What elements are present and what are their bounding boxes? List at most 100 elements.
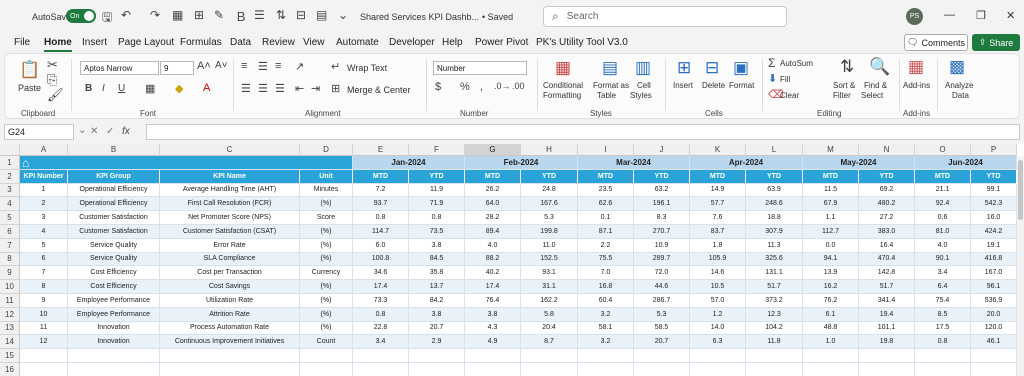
- data-cell[interactable]: 4.0: [465, 238, 521, 253]
- data-cell[interactable]: Customer Satisfaction: [68, 211, 160, 225]
- data-cell[interactable]: 92.4: [915, 197, 971, 212]
- data-cell[interactable]: 17.5: [915, 321, 971, 336]
- data-cell[interactable]: 1.1: [803, 211, 859, 225]
- borders-icon[interactable]: ▦: [145, 82, 155, 95]
- data-cell[interactable]: 0.8: [353, 307, 409, 322]
- data-cell[interactable]: 6.4: [915, 280, 971, 294]
- empty-cell[interactable]: [971, 363, 1017, 376]
- outdent-icon[interactable]: ⇥: [311, 82, 320, 95]
- data-cell[interactable]: 3.4: [915, 266, 971, 281]
- data-cell[interactable]: 19.1: [971, 238, 1017, 253]
- data-cell[interactable]: First Call Resolution (FCR): [160, 197, 300, 212]
- data-cell[interactable]: 17.4: [353, 280, 409, 294]
- data-cell[interactable]: 114.7: [353, 225, 409, 239]
- data-cell[interactable]: 16.4: [859, 238, 915, 253]
- align-middle-icon[interactable]: ☰: [258, 60, 268, 73]
- formula-input[interactable]: [146, 124, 1020, 140]
- data-cell[interactable]: 24.8: [521, 183, 578, 198]
- data-cell[interactable]: Customer Satisfaction (CSAT): [160, 225, 300, 239]
- data-cell[interactable]: (%): [300, 225, 353, 239]
- data-cell[interactable]: 73.3: [353, 294, 409, 308]
- data-cell[interactable]: 94.1: [803, 252, 859, 267]
- data-cell[interactable]: 1: [20, 183, 68, 198]
- conditional-formatting-icon[interactable]: ▦: [555, 58, 571, 78]
- data-cell[interactable]: (%): [300, 238, 353, 253]
- data-cell[interactable]: 167.0: [971, 266, 1017, 281]
- align-center-icon[interactable]: ☰: [258, 82, 268, 95]
- column-header-m[interactable]: M: [803, 144, 859, 156]
- empty-cell[interactable]: [409, 349, 465, 363]
- data-cell[interactable]: 11.0: [521, 238, 578, 253]
- data-cell[interactable]: 51.7: [746, 280, 803, 294]
- share-button[interactable]: ⇪ Share: [972, 34, 1020, 51]
- align-right-icon[interactable]: ☰: [275, 82, 285, 95]
- data-cell[interactable]: (%): [300, 294, 353, 308]
- data-cell[interactable]: 58.5: [634, 321, 690, 336]
- minimize-icon[interactable]: —: [944, 9, 955, 21]
- autosum-icon[interactable]: Σ: [768, 56, 775, 70]
- addins-icon[interactable]: ▦: [908, 57, 924, 77]
- restore-icon[interactable]: ❐: [976, 9, 986, 22]
- data-cell[interactable]: SLA Compliance: [160, 252, 300, 267]
- sort-filter-icon[interactable]: ⇅: [840, 57, 854, 77]
- row-header-15[interactable]: 15: [0, 349, 20, 363]
- data-cell[interactable]: 542.3: [971, 197, 1017, 212]
- merge-center-button[interactable]: Merge & Center: [347, 85, 411, 95]
- data-cell[interactable]: 10.9: [634, 238, 690, 253]
- filter-icon[interactable]: ⊟: [296, 8, 306, 22]
- avatar[interactable]: PS: [906, 8, 923, 25]
- paste-icon[interactable]: 📋: [19, 60, 40, 80]
- data-cell[interactable]: 10: [20, 307, 68, 322]
- data-cell[interactable]: 11.9: [409, 183, 465, 198]
- data-cell[interactable]: 2: [20, 197, 68, 212]
- data-cell[interactable]: 416.8: [971, 252, 1017, 267]
- data-cell[interactable]: 67.9: [803, 197, 859, 212]
- data-cell[interactable]: 31.1: [521, 280, 578, 294]
- tab-insert[interactable]: Insert: [82, 37, 107, 48]
- addins-button[interactable]: Add-ins: [903, 81, 930, 90]
- data-cell[interactable]: 5: [20, 238, 68, 253]
- empty-cell[interactable]: [160, 363, 300, 376]
- data-cell[interactable]: 48.8: [803, 321, 859, 336]
- data-cell[interactable]: 120.0: [971, 321, 1017, 336]
- data-cell[interactable]: 76.4: [465, 294, 521, 308]
- row-header-10[interactable]: 10: [0, 280, 20, 294]
- data-cell[interactable]: Cost Efficiency: [68, 266, 160, 281]
- copy-icon[interactable]: ⎘: [47, 72, 57, 88]
- data-cell[interactable]: 75.5: [578, 252, 634, 267]
- data-cell[interactable]: Process Automation Rate: [160, 321, 300, 336]
- find-select-icon[interactable]: 🔍: [869, 57, 890, 77]
- worksheet-grid[interactable]: A B C D E F G H I J K L M N O P 1 2 3 4 5 6 7 8 9 10 11 12 13 14 15 16 ⌂…: [0, 144, 1024, 376]
- empty-cell[interactable]: [690, 349, 746, 363]
- data-cell[interactable]: 373.2: [746, 294, 803, 308]
- borders-icon[interactable]: ⊞: [194, 8, 204, 22]
- data-cell[interactable]: 63.9: [746, 183, 803, 198]
- filter-label[interactable]: Filter: [833, 91, 851, 100]
- fill-color-icon[interactable]: ◆: [175, 82, 183, 95]
- data-cell[interactable]: 2.2: [578, 238, 634, 253]
- data-cell[interactable]: Attrition Rate: [160, 307, 300, 322]
- data-cell[interactable]: 196.1: [634, 197, 690, 212]
- data-cell[interactable]: 14.9: [690, 183, 746, 198]
- row-header-12[interactable]: 12: [0, 307, 20, 322]
- data-cell[interactable]: 289.7: [634, 252, 690, 267]
- data-cell[interactable]: Net Promoter Score (NPS): [160, 211, 300, 225]
- data-cell[interactable]: (%): [300, 321, 353, 336]
- data-cell[interactable]: 13.9: [803, 266, 859, 281]
- decrease-decimal-icon[interactable]: .00: [512, 81, 525, 91]
- data-cell[interactable]: Currency: [300, 266, 353, 281]
- data-cell[interactable]: 6.0: [353, 238, 409, 253]
- data-cell[interactable]: 11.3: [746, 238, 803, 253]
- data-cell[interactable]: 0.8: [409, 211, 465, 225]
- data-cell[interactable]: 6.3: [690, 335, 746, 350]
- data-cell[interactable]: 63.2: [634, 183, 690, 198]
- column-header-p[interactable]: P: [971, 144, 1017, 156]
- empty-cell[interactable]: [353, 349, 409, 363]
- tab-file[interactable]: File: [14, 37, 30, 48]
- saved-status[interactable]: • Saved: [482, 12, 513, 22]
- data-cell[interactable]: 12.3: [746, 307, 803, 322]
- align-top-icon[interactable]: ≡: [241, 60, 247, 72]
- paste-button[interactable]: Paste: [18, 83, 41, 93]
- data-cell[interactable]: 20.0: [971, 307, 1017, 322]
- data-cell[interactable]: 87.1: [578, 225, 634, 239]
